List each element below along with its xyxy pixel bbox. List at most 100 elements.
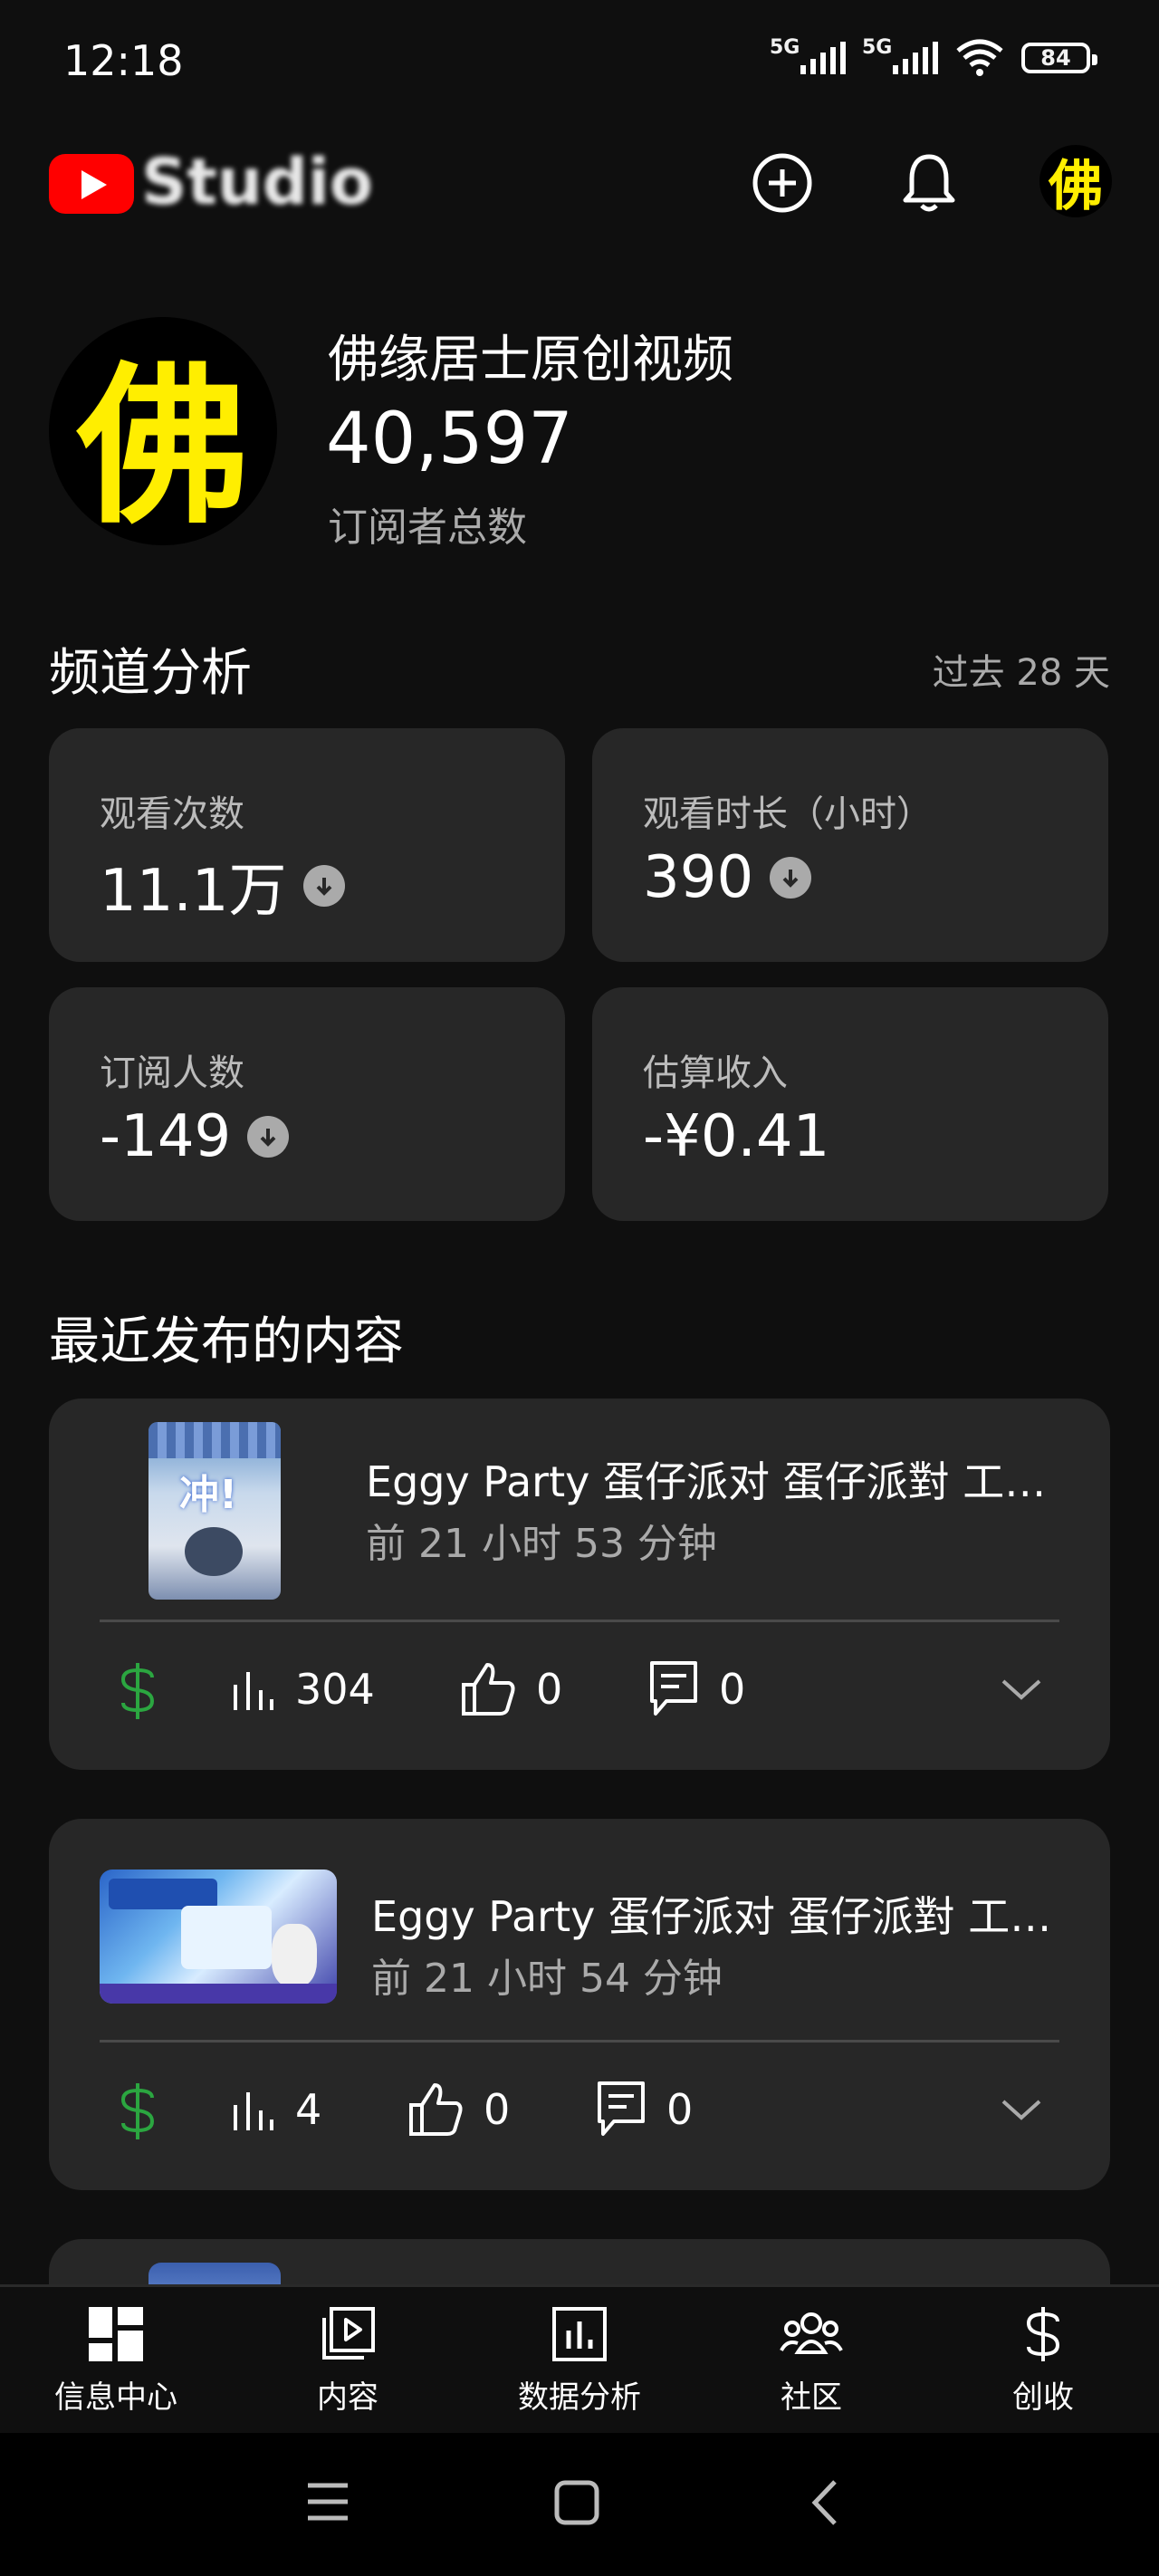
channel-name: 佛缘居士原创视频	[328, 331, 733, 389]
video-card[interactable]: Eggy Party 蛋仔派对 蛋仔派對 工… 前 21 小时 54 分钟 4 …	[49, 1819, 1110, 2190]
create-button[interactable]	[746, 147, 819, 219]
comment-icon	[598, 2081, 645, 2136]
battery-icon: 84	[1021, 43, 1097, 73]
nav-label: 内容	[317, 2379, 378, 2416]
youtube-logo-icon[interactable]	[49, 154, 134, 214]
status-icons: 5G 5G 84	[770, 36, 1097, 78]
menu-icon[interactable]	[304, 2480, 351, 2523]
comments-count: 0	[719, 1665, 746, 1714]
likes-metric: 0	[460, 1661, 562, 1717]
stat-label: 估算收入	[643, 1053, 788, 1094]
chevron-down-icon	[1001, 1679, 1041, 1700]
home-icon[interactable]	[552, 2478, 601, 2527]
stat-label: 订阅人数	[100, 1053, 244, 1094]
stat-label: 观看次数	[100, 793, 244, 835]
subscriber-count: 40,597	[326, 399, 573, 480]
wifi-icon	[956, 39, 1003, 76]
likes-count: 0	[536, 1665, 563, 1714]
channel-analytics-title: 频道分析	[49, 644, 252, 703]
comments-count: 0	[666, 2085, 694, 2134]
analytics-icon	[552, 2307, 607, 2361]
recent-content-title: 最近发布的内容	[49, 1312, 404, 1371]
views-count: 304	[295, 1665, 375, 1714]
comment-icon	[650, 1661, 697, 1716]
video-title: Eggy Party 蛋仔派对 蛋仔派對 工…	[371, 1892, 1052, 1941]
signal-label: 5G	[862, 36, 893, 59]
expand-button[interactable]	[1000, 2096, 1043, 2127]
trend-down-icon	[247, 1116, 290, 1158]
expand-button[interactable]	[1000, 1676, 1043, 1706]
stat-value: 11.1万	[100, 844, 345, 928]
signal-label: 5G	[770, 36, 800, 59]
monetization-status[interactable]	[118, 1661, 158, 1721]
dollar-icon	[120, 1663, 155, 1719]
account-avatar[interactable]: 佛	[1039, 145, 1112, 218]
video-card[interactable]: 冲! Eggy Party 蛋仔派对 蛋仔派對 工… 前 21 小时 53 分钟…	[49, 1399, 1110, 1770]
bar-chart-icon	[234, 2092, 273, 2130]
stat-value: -149	[100, 1103, 290, 1170]
nav-analytics[interactable]: 数据分析	[489, 2305, 670, 2417]
nav-content[interactable]: 内容	[257, 2305, 438, 2417]
stat-card-views[interactable]: 观看次数 11.1万	[49, 728, 565, 962]
notifications-button[interactable]	[893, 147, 965, 219]
stat-card-revenue[interactable]: 估算收入 -¥0.41	[592, 987, 1108, 1221]
dollar-icon	[1026, 2307, 1060, 2361]
nav-label: 创收	[1012, 2379, 1074, 2416]
status-bar: 12:18 5G 5G 84	[0, 0, 1159, 127]
signal-icon: 5G	[770, 36, 846, 74]
subscriber-label: 订阅者总数	[328, 505, 527, 551]
video-library-icon	[322, 2307, 375, 2360]
thumbs-up-icon	[409, 2083, 463, 2136]
dollar-icon	[120, 2083, 155, 2139]
video-published-time: 前 21 小时 54 分钟	[371, 1956, 723, 2002]
system-navigation-bar	[0, 2433, 1159, 2576]
stat-number: 11.1万	[100, 858, 287, 925]
nav-label: 社区	[781, 2379, 842, 2416]
likes-metric: 0	[407, 2081, 510, 2138]
stat-card-watch-time[interactable]: 观看时长（小时） 390	[592, 728, 1108, 962]
stat-number: 390	[643, 844, 754, 911]
stat-number: -149	[100, 1103, 232, 1170]
analytics-period: 过去 28 天	[932, 652, 1110, 694]
likes-count: 0	[484, 2085, 511, 2134]
battery-level: 84	[1040, 45, 1071, 71]
stat-value: 390	[643, 844, 812, 911]
views-metric: 4	[230, 2085, 321, 2134]
nav-label: 信息中心	[54, 2379, 177, 2416]
bottom-navigation: 信息中心 内容 数据分析 社区 创收	[0, 2284, 1159, 2436]
divider	[100, 2040, 1059, 2043]
channel-avatar: 佛	[49, 317, 277, 547]
video-title: Eggy Party 蛋仔派对 蛋仔派對 工…	[366, 1457, 1047, 1506]
stat-label: 观看时长（小时）	[643, 793, 933, 835]
video-published-time: 前 21 小时 53 分钟	[366, 1521, 717, 1567]
views-count: 4	[295, 2085, 322, 2134]
nav-earn[interactable]: 创收	[953, 2305, 1134, 2417]
comments-metric: 0	[596, 2080, 693, 2139]
divider	[100, 1620, 1059, 1622]
trend-down-icon	[770, 857, 812, 899]
stat-card-subscribers[interactable]: 订阅人数 -149	[49, 987, 565, 1221]
community-icon	[780, 2312, 843, 2354]
bell-icon	[903, 154, 955, 212]
nav-community[interactable]: 社区	[721, 2305, 902, 2417]
status-time: 12:18	[63, 36, 184, 85]
signal-icon: 5G	[862, 36, 938, 74]
chevron-down-icon	[1001, 2100, 1041, 2120]
studio-logo-text: Studio	[141, 145, 373, 219]
thumbs-up-icon	[462, 1663, 515, 1716]
nav-dashboard[interactable]: 信息中心	[25, 2305, 206, 2417]
back-icon[interactable]	[806, 2476, 842, 2529]
views-metric: 304	[230, 1665, 375, 1714]
stat-value: -¥0.41	[643, 1103, 829, 1170]
stat-number: -¥0.41	[643, 1103, 830, 1170]
comments-metric: 0	[648, 1659, 745, 1719]
dashboard-icon	[89, 2307, 143, 2361]
trend-down-icon	[302, 865, 345, 907]
add-circle-icon	[752, 153, 812, 213]
bar-chart-icon	[234, 1672, 273, 1710]
monetization-status[interactable]	[118, 2081, 158, 2141]
nav-label: 数据分析	[518, 2379, 641, 2416]
thumbnail-text: 冲!	[179, 1472, 238, 1518]
video-thumbnail[interactable]: 冲!	[148, 1422, 281, 1600]
video-thumbnail[interactable]	[100, 1870, 337, 2004]
